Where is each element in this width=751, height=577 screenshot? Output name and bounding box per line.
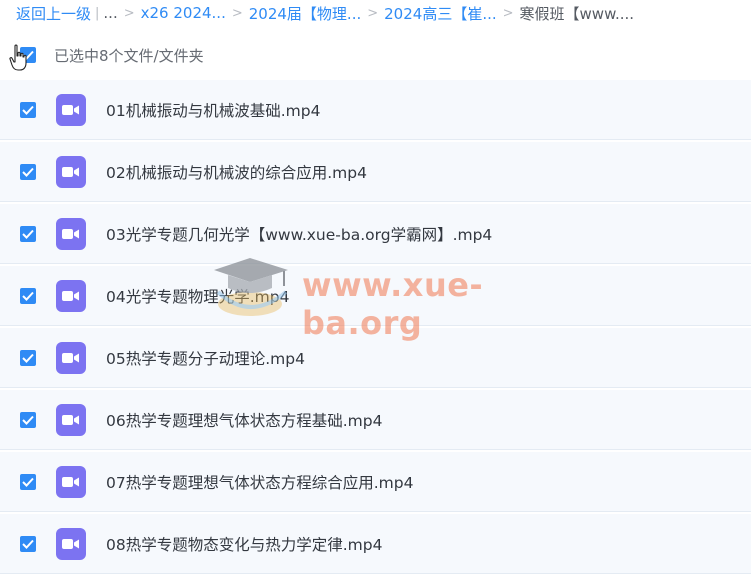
breadcrumb-item[interactable]: 2024届【物理... bbox=[249, 3, 361, 24]
check-icon bbox=[22, 229, 34, 239]
check-icon bbox=[22, 105, 34, 115]
video-file-icon bbox=[56, 93, 86, 126]
check-icon bbox=[22, 477, 34, 487]
file-name[interactable]: 02机械振动与机械波的综合应用.mp4 bbox=[106, 161, 367, 183]
file-checkbox[interactable] bbox=[20, 411, 36, 428]
check-icon bbox=[22, 539, 34, 549]
file-row[interactable]: 02机械振动与机械波的综合应用.mp4 bbox=[0, 142, 751, 202]
selection-count-label: 已选中8个文件/文件夹 bbox=[54, 46, 204, 65]
video-file-icon bbox=[56, 403, 86, 436]
chevron-right-icon: > bbox=[367, 5, 379, 21]
check-icon bbox=[22, 353, 34, 363]
video-file-icon bbox=[56, 527, 86, 560]
breadcrumb-current: 寒假班【www.... bbox=[519, 4, 635, 23]
back-link[interactable]: 返回上一级 bbox=[16, 3, 91, 24]
file-checkbox[interactable] bbox=[20, 163, 36, 180]
chevron-right-icon: > bbox=[502, 5, 514, 21]
chevron-right-icon: > bbox=[231, 5, 243, 21]
select-all-row: 已选中8个文件/文件夹 bbox=[0, 38, 751, 72]
chevron-right-icon: > bbox=[123, 5, 135, 21]
file-name[interactable]: 08热学专题物态变化与热力学定律.mp4 bbox=[106, 533, 382, 555]
check-icon bbox=[22, 167, 34, 177]
file-list: 01机械振动与机械波基础.mp4 02机械振动与机械波的综合应用.mp4 03光… bbox=[0, 80, 751, 574]
video-file-icon bbox=[56, 155, 86, 188]
file-checkbox[interactable] bbox=[20, 473, 36, 490]
file-checkbox[interactable] bbox=[20, 535, 36, 552]
file-name[interactable]: 04光学专题物理光学.mp4 bbox=[106, 285, 289, 307]
video-file-icon bbox=[56, 279, 86, 312]
breadcrumb-item[interactable]: 2024高三【崔... bbox=[384, 3, 496, 24]
breadcrumb-divider: | bbox=[95, 5, 100, 21]
file-row[interactable]: 08热学专题物态变化与热力学定律.mp4 bbox=[0, 514, 751, 574]
file-row[interactable]: 07热学专题理想气体状态方程综合应用.mp4 bbox=[0, 452, 751, 512]
file-checkbox[interactable] bbox=[20, 225, 36, 242]
file-checkbox[interactable] bbox=[20, 349, 36, 366]
file-checkbox[interactable] bbox=[20, 287, 36, 304]
file-checkbox[interactable] bbox=[20, 101, 36, 118]
check-icon bbox=[22, 415, 34, 425]
file-row[interactable]: 06热学专题理想气体状态方程基础.mp4 bbox=[0, 390, 751, 450]
file-name[interactable]: 06热学专题理想气体状态方程基础.mp4 bbox=[106, 409, 382, 431]
hand-cursor-icon bbox=[9, 44, 27, 71]
check-icon bbox=[22, 291, 34, 301]
file-row[interactable]: 03光学专题几何光学【www.xue-ba.org学霸网】.mp4 bbox=[0, 204, 751, 264]
file-name[interactable]: 05热学专题分子动理论.mp4 bbox=[106, 347, 305, 369]
file-row[interactable]: 05热学专题分子动理论.mp4 bbox=[0, 328, 751, 388]
video-file-icon bbox=[56, 217, 86, 250]
file-name[interactable]: 07热学专题理想气体状态方程综合应用.mp4 bbox=[106, 471, 413, 493]
breadcrumb-ellipsis[interactable]: ... bbox=[103, 4, 117, 22]
video-file-icon bbox=[56, 465, 86, 498]
file-name[interactable]: 03光学专题几何光学【www.xue-ba.org学霸网】.mp4 bbox=[106, 223, 492, 245]
breadcrumb-item[interactable]: x26 2024... bbox=[141, 4, 226, 22]
file-row[interactable]: 01机械振动与机械波基础.mp4 bbox=[0, 80, 751, 140]
breadcrumb: 返回上一级 | ... > x26 2024... > 2024届【物理... … bbox=[16, 0, 746, 26]
file-row[interactable]: 04光学专题物理光学.mp4 bbox=[0, 266, 751, 326]
video-file-icon bbox=[56, 341, 86, 374]
file-name[interactable]: 01机械振动与机械波基础.mp4 bbox=[106, 99, 320, 121]
